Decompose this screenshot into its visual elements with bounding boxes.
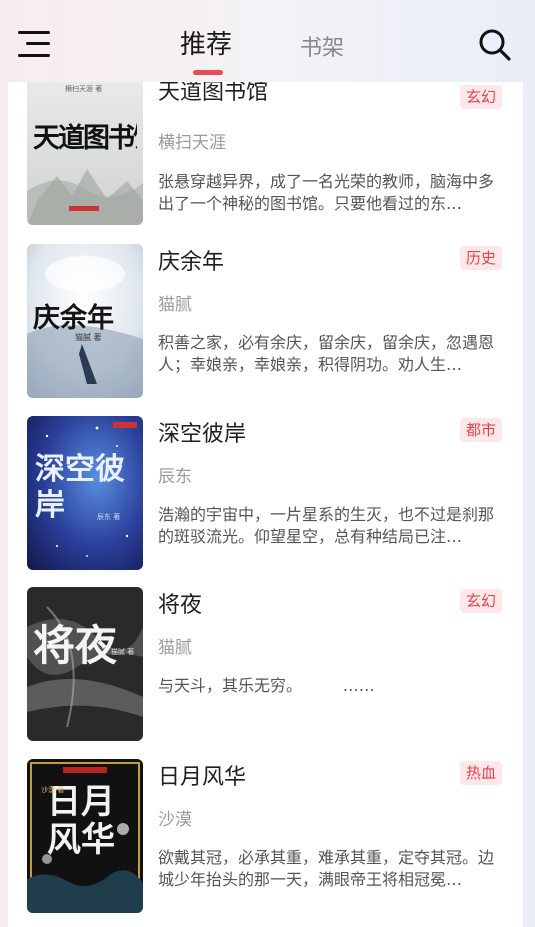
book-description: 张悬穿越异界，成了一名光荣的教师，脑海中多出了一个神秘的图书馆。只要他看过的东… bbox=[158, 172, 495, 213]
book-cover: 日月风华 沙漠 著 bbox=[27, 759, 143, 913]
cover-author: 辰东 著 bbox=[97, 513, 121, 521]
book-author: 沙漠 bbox=[158, 810, 192, 830]
book-cover: 深空彼岸 辰东 著 bbox=[27, 416, 143, 570]
cover-author: 横扫天涯 著 bbox=[65, 85, 103, 93]
menu-icon[interactable] bbox=[18, 29, 52, 59]
tab-bookshelf[interactable]: 书架 bbox=[300, 30, 344, 62]
book-cover: 将夜 猫腻 著 bbox=[27, 587, 143, 741]
book-author: 横扫天涯 bbox=[158, 133, 226, 153]
cover-author: 猫腻 著 bbox=[75, 333, 102, 342]
cover-author: 猫腻 著 bbox=[111, 648, 135, 656]
book-list: 天道图书馆 横扫天涯 著 天道图书馆 玄幻 横扫天涯 张悬穿越异界，成了一名光荣… bbox=[8, 82, 523, 927]
book-cover: 天道图书馆 横扫天涯 著 bbox=[27, 82, 143, 225]
cover-author: 沙漠 著 bbox=[41, 786, 65, 794]
book-item[interactable]: 深空彼岸 辰东 著 深空彼岸 都市 辰东 浩瀚的宇宙中，一片星系的生灭，也不过是… bbox=[8, 416, 523, 574]
genre-tag: 热血 bbox=[459, 761, 502, 785]
active-tab-indicator bbox=[193, 70, 223, 75]
book-description: 积善之家，必有余庆，留余庆，留余庆，忽遇恩人；幸娘亲，幸娘亲，积得阴功。劝人生… bbox=[158, 333, 495, 374]
book-description: 与天斗，其乐无穷。 …… bbox=[158, 676, 375, 695]
tab-recommend[interactable]: 推荐 bbox=[180, 24, 232, 61]
book-title: 将夜 bbox=[158, 593, 203, 618]
book-author: 猫腻 bbox=[158, 638, 192, 658]
book-title: 深空彼岸 bbox=[158, 422, 247, 447]
book-title: 庆余年 bbox=[158, 250, 225, 275]
book-description: 浩瀚的宇宙中，一片星系的生灭，也不过是刹那的斑驳流光。仰望星空，总有种结局已注… bbox=[158, 505, 495, 546]
book-author: 猫腻 bbox=[158, 295, 192, 315]
cover-title: 天道图书馆 bbox=[33, 123, 137, 154]
app-screen: 推荐 书架 天道图书 横扫天涯 著 天道图书馆 玄幻 横扫天涯 张悬穿越异界，成… bbox=[0, 0, 535, 927]
book-title: 天道图书馆 bbox=[158, 82, 269, 105]
book-item[interactable]: 天道图书馆 横扫天涯 著 天道图书馆 玄幻 横扫天涯 张悬穿越异界，成了一名光荣… bbox=[8, 82, 523, 229]
book-item[interactable]: 庆余年 猫腻 著 庆余年 历史 猫腻 积善之家，必有余庆，留余庆，留余庆，忽遇恩… bbox=[8, 244, 523, 402]
search-icon[interactable] bbox=[478, 28, 512, 62]
book-title: 日月风华 bbox=[158, 765, 247, 790]
book-description: 欲戴其冠，必承其重，难承其重，定夺其冠。边城少年抬头的那一天，满眼帝王将相冠冕… bbox=[158, 848, 495, 889]
book-cover: 庆余年 猫腻 著 bbox=[27, 244, 143, 398]
genre-tag: 玄幻 bbox=[459, 589, 502, 613]
cover-title: 将夜 bbox=[33, 621, 118, 670]
book-item[interactable]: 日月风华 沙漠 著 日月风华 热血 沙漠 欲戴其冠，必承其重，难承其重，定夺其冠… bbox=[8, 759, 523, 917]
book-item[interactable]: 将夜 猫腻 著 将夜 玄幻 猫腻 与天斗，其乐无穷。 …… bbox=[8, 587, 523, 745]
genre-tag: 玄幻 bbox=[459, 85, 502, 109]
cover-title: 庆余年 bbox=[33, 303, 114, 334]
genre-tag: 都市 bbox=[459, 418, 502, 442]
genre-tag: 历史 bbox=[459, 246, 502, 270]
book-author: 辰东 bbox=[158, 467, 192, 487]
top-bar: 推荐 书架 bbox=[0, 0, 535, 82]
